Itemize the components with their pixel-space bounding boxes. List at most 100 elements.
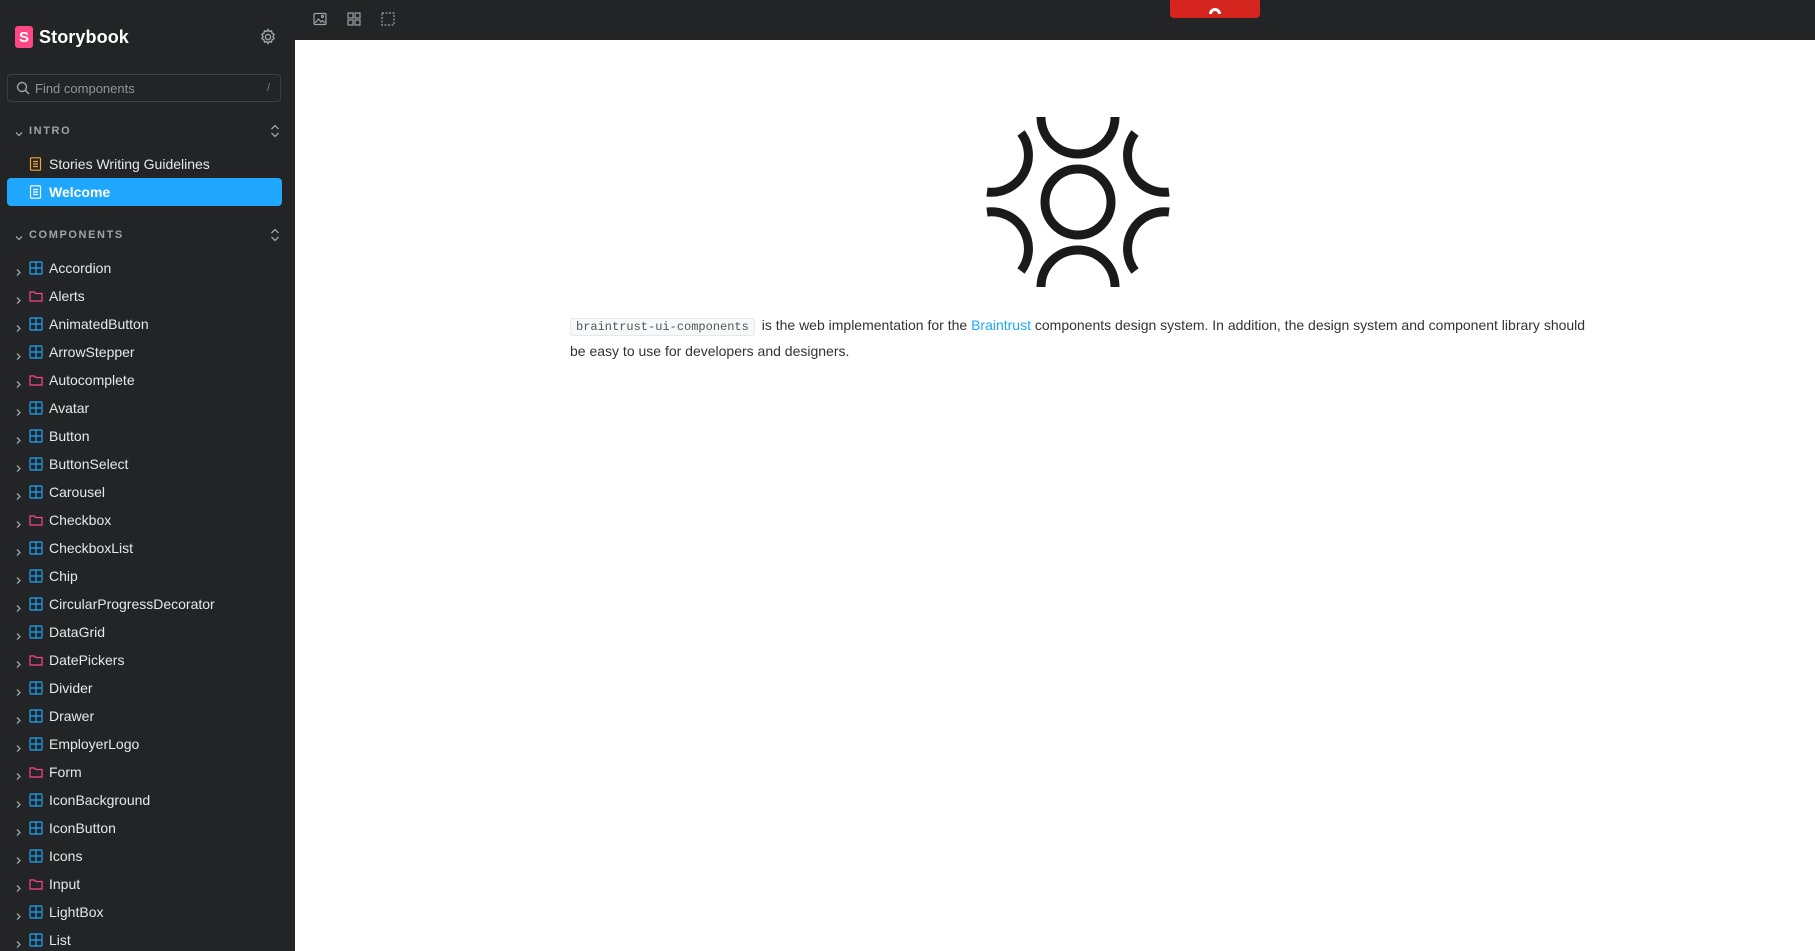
badge-logo-icon bbox=[1209, 8, 1221, 14]
sidebar-item-label: LightBox bbox=[49, 904, 104, 920]
component-icon bbox=[29, 429, 43, 443]
folder-icon bbox=[29, 877, 43, 891]
component-icon bbox=[29, 485, 43, 499]
sidebar-item-label: Accordion bbox=[49, 260, 112, 276]
image-icon[interactable] bbox=[312, 11, 328, 27]
chevron-right-icon[interactable] bbox=[14, 628, 23, 640]
sidebar-item-label: DataGrid bbox=[49, 624, 106, 640]
folder-icon bbox=[29, 373, 43, 387]
chevron-right-icon[interactable] bbox=[14, 824, 23, 836]
sidebar-item-icon-button[interactable]: IconButton bbox=[0, 814, 295, 842]
sidebar-item-welcome[interactable]: Welcome bbox=[7, 178, 282, 206]
preview-canvas: braintrust-ui-components is the web impl… bbox=[295, 40, 1815, 951]
component-icon bbox=[29, 625, 43, 639]
chevron-right-icon[interactable] bbox=[14, 488, 23, 500]
sidebar-item-label: Welcome bbox=[49, 184, 111, 200]
chevron-right-icon[interactable] bbox=[14, 404, 23, 416]
sidebar-item-button-select[interactable]: ButtonSelect bbox=[0, 450, 295, 478]
sidebar-item-icons[interactable]: Icons bbox=[0, 842, 295, 870]
chevron-right-icon[interactable] bbox=[14, 264, 23, 276]
search-box[interactable]: / bbox=[7, 74, 281, 102]
chevron-right-icon[interactable] bbox=[14, 376, 23, 388]
sidebar-item-button[interactable]: Button bbox=[0, 422, 295, 450]
sidebar-item-form[interactable]: Form bbox=[0, 758, 295, 786]
chevron-right-icon[interactable] bbox=[14, 908, 23, 920]
chevron-right-icon[interactable] bbox=[14, 292, 23, 304]
chevron-right-icon[interactable] bbox=[14, 880, 23, 892]
chevron-right-icon[interactable] bbox=[14, 432, 23, 444]
sidebar-item-label: Icons bbox=[49, 848, 83, 864]
sidebar-item-label: Divider bbox=[49, 680, 93, 696]
chevron-right-icon[interactable] bbox=[14, 516, 23, 528]
sidebar-item-circular-progress-decorator[interactable]: CircularProgressDecorator bbox=[0, 590, 295, 618]
sidebar-item-icon-background[interactable]: IconBackground bbox=[0, 786, 295, 814]
expand-collapse-icon[interactable] bbox=[268, 123, 282, 139]
component-icon bbox=[29, 905, 43, 919]
chevron-down-icon bbox=[14, 230, 24, 241]
sidebar-item-drawer[interactable]: Drawer bbox=[0, 702, 295, 730]
sidebar-item-chip[interactable]: Chip bbox=[0, 562, 295, 590]
sidebar-item-light-box[interactable]: LightBox bbox=[0, 898, 295, 926]
section-components-header[interactable]: COMPONENTS bbox=[14, 226, 282, 244]
sidebar-item-label: Alerts bbox=[49, 288, 85, 304]
expand-collapse-icon[interactable] bbox=[268, 227, 282, 243]
sidebar-item-checkbox[interactable]: Checkbox bbox=[0, 506, 295, 534]
sidebar-item-label: Input bbox=[49, 876, 81, 892]
storybook-brand[interactable]: S Storybook bbox=[15, 26, 129, 48]
chevron-right-icon[interactable] bbox=[14, 740, 23, 752]
sidebar-item-label: CircularProgressDecorator bbox=[49, 596, 215, 612]
sidebar-item-carousel[interactable]: Carousel bbox=[0, 478, 295, 506]
search-input[interactable] bbox=[35, 80, 267, 96]
chevron-right-icon[interactable] bbox=[14, 936, 23, 948]
deploy-badge[interactable] bbox=[1170, 0, 1260, 18]
sidebar-item-employer-logo[interactable]: EmployerLogo bbox=[0, 730, 295, 758]
settings-gear-icon[interactable] bbox=[258, 27, 278, 47]
chevron-right-icon[interactable] bbox=[14, 656, 23, 668]
sidebar-item-label: Form bbox=[49, 764, 82, 780]
sidebar-item-accordion[interactable]: Accordion bbox=[0, 254, 295, 282]
section-intro-header[interactable]: INTRO bbox=[14, 122, 282, 140]
sidebar-item-alerts[interactable]: Alerts bbox=[0, 282, 295, 310]
folder-icon bbox=[29, 653, 43, 667]
component-icon bbox=[29, 541, 43, 555]
package-name-code: braintrust-ui-components bbox=[570, 318, 755, 336]
braintrust-link[interactable]: Braintrust bbox=[971, 317, 1031, 333]
sidebar-item-avatar[interactable]: Avatar bbox=[0, 394, 295, 422]
sidebar-item-autocomplete[interactable]: Autocomplete bbox=[0, 366, 295, 394]
sidebar-item-divider[interactable]: Divider bbox=[0, 674, 295, 702]
chevron-right-icon[interactable] bbox=[14, 768, 23, 780]
document-icon bbox=[29, 157, 42, 171]
sidebar-item-label: IconButton bbox=[49, 820, 116, 836]
preview-toolbar bbox=[295, 0, 1815, 40]
chevron-right-icon[interactable] bbox=[14, 712, 23, 724]
chevron-right-icon[interactable] bbox=[14, 348, 23, 360]
sidebar-item-data-grid[interactable]: DataGrid bbox=[0, 618, 295, 646]
sidebar-item-list[interactable]: List bbox=[0, 926, 295, 951]
sidebar-item-date-pickers[interactable]: DatePickers bbox=[0, 646, 295, 674]
sidebar-item-label: Drawer bbox=[49, 708, 95, 724]
sidebar-item-animated-button[interactable]: AnimatedButton bbox=[0, 310, 295, 338]
sidebar-item-label: AnimatedButton bbox=[49, 316, 149, 332]
chevron-right-icon[interactable] bbox=[14, 572, 23, 584]
sidebar-item-stories-writing-guidelines[interactable]: Stories Writing Guidelines bbox=[7, 150, 282, 178]
sidebar-item-arrow-stepper[interactable]: ArrowStepper bbox=[0, 338, 295, 366]
sidebar: S Storybook / INTRO Stories Writing Guid… bbox=[0, 0, 295, 951]
sidebar-item-input[interactable]: Input bbox=[0, 870, 295, 898]
chevron-right-icon[interactable] bbox=[14, 684, 23, 696]
grid-icon[interactable] bbox=[346, 11, 362, 27]
component-icon bbox=[29, 821, 43, 835]
sidebar-item-checkbox-list[interactable]: CheckboxList bbox=[0, 534, 295, 562]
component-icon bbox=[29, 737, 43, 751]
component-icon bbox=[29, 569, 43, 583]
components-tree: Accordion Alerts AnimatedButton ArrowSteppe… bbox=[0, 254, 295, 951]
chevron-right-icon[interactable] bbox=[14, 460, 23, 472]
chevron-right-icon[interactable] bbox=[14, 796, 23, 808]
chevron-right-icon[interactable] bbox=[14, 852, 23, 864]
chevron-right-icon[interactable] bbox=[14, 600, 23, 612]
chevron-right-icon[interactable] bbox=[14, 544, 23, 556]
outline-icon[interactable] bbox=[380, 11, 396, 27]
section-title: COMPONENTS bbox=[29, 229, 124, 241]
sidebar-item-label: IconBackground bbox=[49, 792, 151, 808]
intro-paragraph: braintrust-ui-components is the web impl… bbox=[570, 313, 1590, 363]
chevron-right-icon[interactable] bbox=[14, 320, 23, 332]
